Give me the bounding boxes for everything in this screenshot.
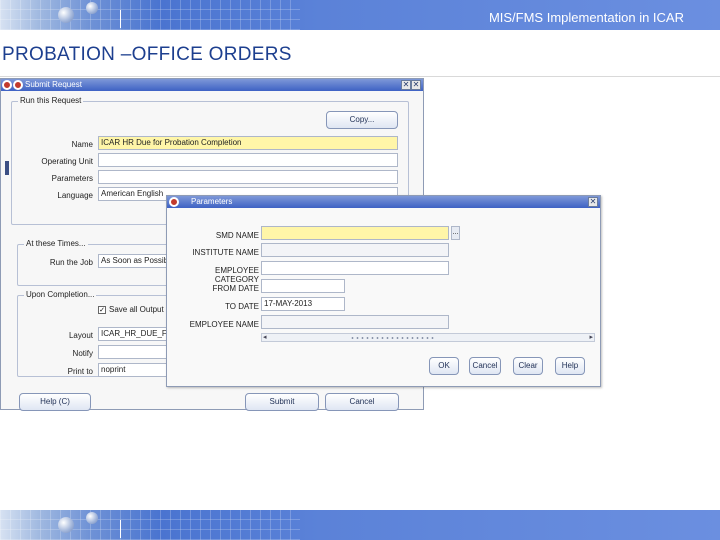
copy-button[interactable]: Copy... (326, 111, 398, 129)
scrollbar-thumb[interactable] (350, 336, 436, 340)
to-date-label: TO DATE (225, 302, 259, 311)
parameters-window: Parameters ✕ SMD NAME ... INSTITUTE NAME… (166, 195, 601, 387)
language-label: Language (57, 191, 93, 200)
banner-divider (120, 520, 121, 538)
close-icon[interactable]: ✕ (588, 197, 598, 207)
employee-category-label: EMPLOYEE CATEGORY (214, 266, 259, 284)
banner-title: MIS/FMS Implementation in ICAR (488, 10, 684, 25)
name-field[interactable]: ICAR HR Due for Probation Completion (98, 136, 398, 150)
parameters-titlebar: Parameters ✕ (167, 196, 600, 208)
clear-button[interactable]: Clear (513, 357, 543, 375)
from-date-field[interactable] (261, 279, 345, 293)
to-date-field[interactable]: 17-MAY-2013 (261, 297, 345, 311)
close-icon[interactable]: ✕ (401, 80, 411, 90)
layout-label: Layout (68, 331, 93, 340)
save-output-checkbox[interactable]: ✓ (98, 306, 106, 314)
employee-name-label: EMPLOYEE NAME (189, 320, 259, 329)
submit-button[interactable]: Submit (245, 393, 319, 411)
params-cancel-button[interactable]: Cancel (469, 357, 501, 375)
banner-orb-icon (58, 7, 74, 23)
window-title: Submit Request (25, 80, 82, 89)
parameters-field[interactable] (98, 170, 398, 184)
banner-divider (120, 10, 121, 28)
group-label: At these Times... (24, 239, 88, 248)
title-divider (0, 76, 720, 77)
name-label: Name (71, 140, 93, 149)
operating-unit-field[interactable] (98, 153, 398, 167)
institute-name-field[interactable] (261, 243, 449, 257)
banner-orb-icon (86, 2, 98, 14)
smd-name-label: SMD NAME (215, 231, 259, 240)
ok-button[interactable]: OK (429, 357, 459, 375)
banner-grid-decoration (0, 0, 300, 30)
slide-title: PROBATION –OFFICE ORDERS (2, 44, 292, 65)
banner-orb-icon (58, 517, 74, 533)
oracle-icon (13, 80, 23, 90)
params-help-button[interactable]: Help (555, 357, 585, 375)
smd-name-field[interactable] (261, 226, 449, 240)
lov-ellipsis-icon[interactable]: ... (451, 226, 460, 240)
from-date-label: FROM DATE (212, 284, 259, 293)
operating-unit-label: Operating Unit (41, 157, 93, 166)
oracle-icon (169, 197, 179, 207)
close-icon[interactable]: ✕ (411, 80, 421, 90)
banner-orb-icon (86, 512, 98, 524)
scroll-left-icon[interactable]: ◂ (263, 334, 267, 342)
employee-name-field[interactable] (261, 315, 449, 329)
left-edge-tab[interactable] (5, 161, 9, 175)
scroll-right-icon[interactable]: ▸ (589, 334, 593, 342)
parameters-label: Parameters (51, 174, 93, 183)
print-to-label: Print to (67, 367, 93, 376)
institute-name-label: INSTITUTE NAME (192, 248, 259, 257)
help-button[interactable]: Help (C) (19, 393, 91, 411)
submit-request-titlebar: Submit Request ✕ ✕ (1, 79, 423, 91)
banner-grid-decoration (0, 510, 300, 540)
oracle-icon (2, 80, 12, 90)
employee-category-field[interactable] (261, 261, 449, 275)
group-label: Upon Completion... (24, 290, 97, 299)
bottom-banner (0, 510, 720, 540)
group-label: Run this Request (18, 96, 84, 105)
window-title: Parameters (191, 197, 233, 206)
run-job-label: Run the Job (49, 258, 93, 267)
top-banner: MIS/FMS Implementation in ICAR (0, 0, 720, 30)
horizontal-scrollbar[interactable]: ◂ ▸ (261, 333, 595, 342)
cancel-button[interactable]: Cancel (325, 393, 399, 411)
notify-label: Notify (72, 349, 93, 358)
